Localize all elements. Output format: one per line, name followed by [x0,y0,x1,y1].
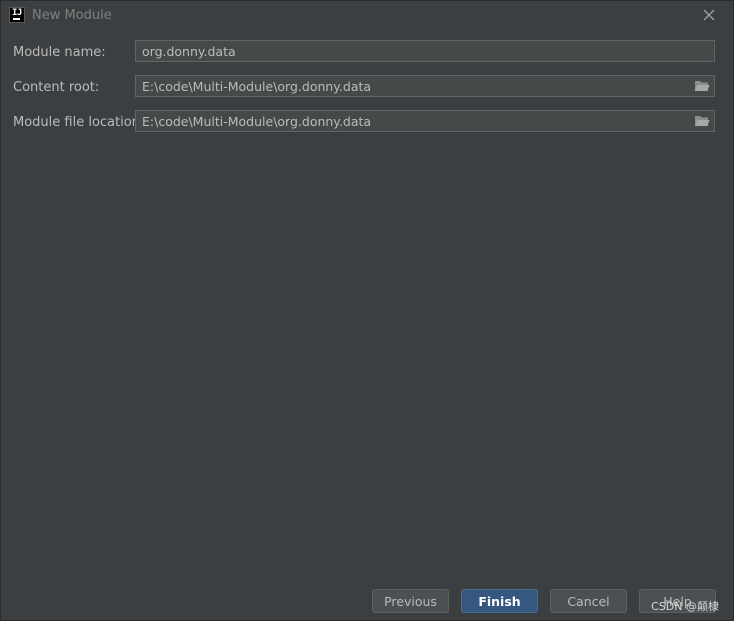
help-button[interactable]: Help [639,589,716,613]
module-name-row: Module name: [1,40,733,64]
content-root-row: Content root: [1,75,733,99]
previous-button[interactable]: Previous [372,589,449,613]
folder-icon[interactable] [694,114,710,128]
cancel-button[interactable]: Cancel [550,589,627,613]
content-root-label: Content root: [13,80,100,95]
folder-icon[interactable] [694,79,710,93]
close-icon[interactable] [701,7,717,23]
window-title: New Module [32,8,112,23]
module-name-input[interactable] [135,40,715,62]
content-root-field [135,75,715,97]
module-file-location-label: Module file location: [13,115,145,130]
module-name-label: Module name: [13,45,106,60]
intellij-idea-icon: IJ [9,7,25,23]
content-root-input[interactable] [135,75,715,97]
title-bar: IJ New Module [1,1,733,31]
new-module-dialog: IJ New Module Module name: Content root: [0,0,734,621]
module-file-location-input[interactable] [135,110,715,132]
finish-button[interactable]: Finish [461,589,538,613]
module-file-location-field [135,110,715,132]
module-file-location-row: Module file location: [1,110,733,134]
